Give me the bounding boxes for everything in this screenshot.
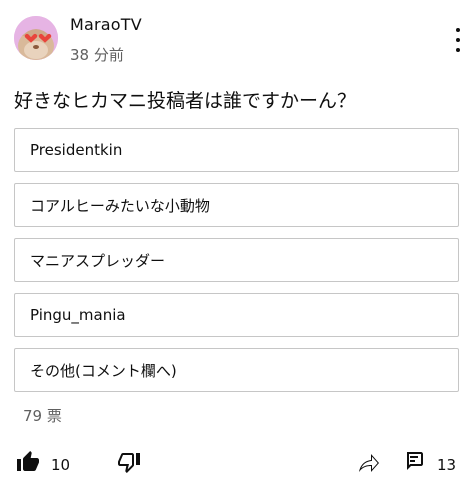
- avatar-image: [14, 16, 58, 60]
- comment-icon[interactable]: [403, 449, 427, 473]
- poll-question: 好きなヒカマニ投稿者は誰ですかーん？: [14, 90, 357, 112]
- author-name[interactable]: MaraoTV: [70, 15, 142, 34]
- post-timestamp: 38 分前: [70, 46, 124, 64]
- thumbs-down-icon[interactable]: [117, 450, 141, 474]
- avatar[interactable]: [14, 16, 58, 60]
- thumbs-up-icon[interactable]: [16, 450, 40, 474]
- more-vert-icon[interactable]: [448, 28, 468, 52]
- poll-option[interactable]: その他(コメント欄へ): [14, 348, 459, 392]
- share-icon[interactable]: [357, 451, 381, 475]
- comment-count: 13: [437, 456, 457, 474]
- poll-option[interactable]: Pingu_mania: [14, 293, 459, 337]
- poll-option[interactable]: Presidentkin: [14, 128, 459, 172]
- like-count: 10: [51, 456, 71, 474]
- vote-count: 79 票: [23, 407, 62, 425]
- poll-option[interactable]: マニアスプレッダー: [14, 238, 459, 282]
- poll-option[interactable]: コアルヒーみたいな小動物: [14, 183, 459, 227]
